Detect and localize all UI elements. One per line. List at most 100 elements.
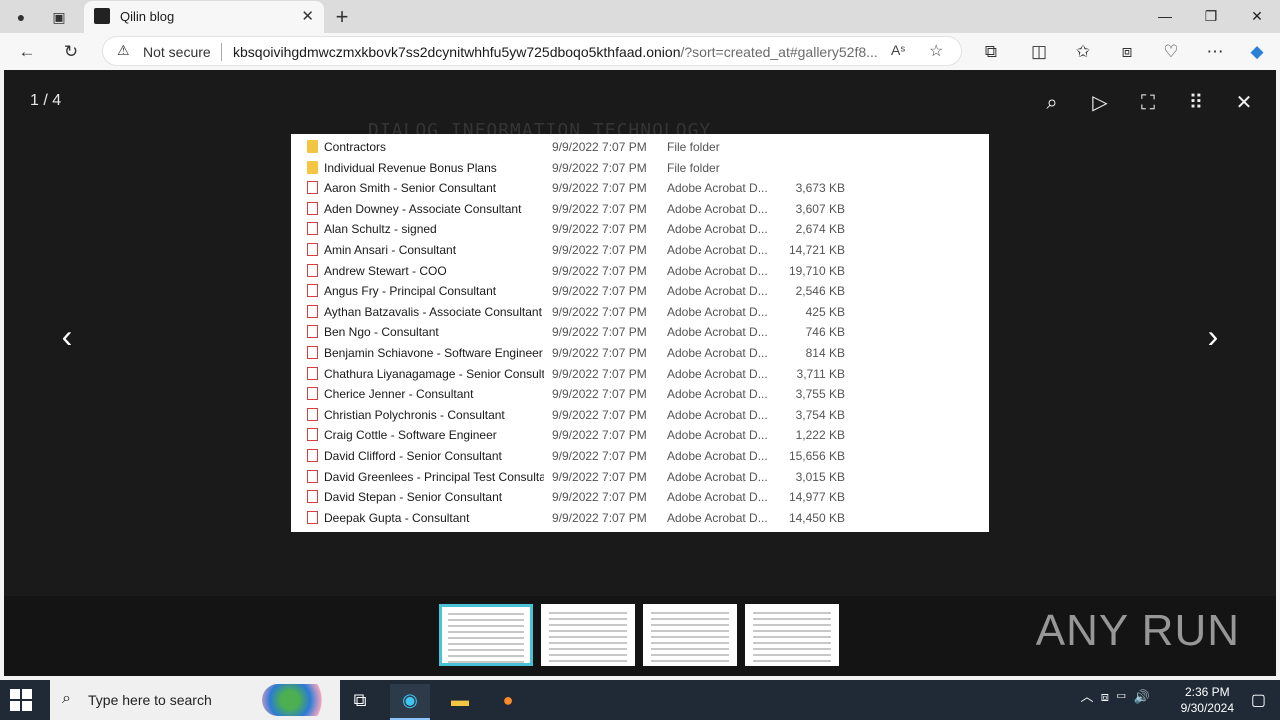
task-view-icon[interactable]: ⧉ bbox=[340, 684, 380, 720]
edge-icon[interactable]: ◉ bbox=[390, 684, 430, 720]
windows-start-icon[interactable] bbox=[10, 689, 32, 711]
clock-date: 9/30/2024 bbox=[1180, 701, 1234, 715]
file-name: David Stepan - Senior Consultant bbox=[324, 490, 503, 505]
address-bar[interactable]: ⚠ Not secure kbsqoivihgdmwczmxkbovk7ss2d… bbox=[102, 36, 962, 66]
maximize-icon[interactable]: ❐ bbox=[1188, 4, 1234, 28]
image-viewer[interactable]: Contractors 9/9/2022 7:07 PM File folder In… bbox=[291, 134, 989, 532]
close-icon[interactable]: ✕ bbox=[1229, 88, 1259, 118]
fullscreen-icon[interactable]: ⛶ bbox=[1133, 88, 1163, 118]
url-host: kbsqoivihgdmwczmxkbovk7ss2dcynitwhhfu5yw… bbox=[233, 44, 681, 60]
refresh-icon[interactable]: ↻ bbox=[58, 39, 84, 65]
file-date: 9/9/2022 7:07 PM bbox=[552, 407, 647, 422]
file-date: 9/9/2022 7:07 PM bbox=[552, 469, 647, 484]
previous-arrow-icon[interactable]: ‹ bbox=[52, 316, 82, 356]
thumbnail-2[interactable] bbox=[541, 604, 635, 666]
thumbnail-line bbox=[753, 648, 831, 650]
image-counter: 1 / 4 bbox=[30, 92, 62, 109]
thumbnail-line bbox=[651, 642, 729, 644]
favorites-icon[interactable]: ✩ bbox=[1070, 39, 1096, 65]
file-size: 3,711 KB bbox=[796, 366, 845, 381]
minimize-icon[interactable]: — bbox=[1142, 4, 1188, 28]
file-date: 9/9/2022 7:07 PM bbox=[552, 510, 647, 525]
thumbnail-line bbox=[753, 660, 831, 662]
thumbnail-line bbox=[651, 624, 729, 626]
clock[interactable]: 2:36 PM 9/30/2024 bbox=[1181, 684, 1234, 716]
url-path: /?sort=created_at#gallery52f8... bbox=[680, 44, 878, 60]
notifications-icon[interactable]: ▢ bbox=[1251, 690, 1266, 710]
pdf-icon bbox=[307, 387, 318, 401]
folder-icon bbox=[307, 160, 318, 174]
thumbnail-line bbox=[549, 636, 627, 638]
pdf-icon bbox=[307, 469, 318, 483]
file-date: 9/9/2022 7:07 PM bbox=[552, 325, 647, 340]
url-text[interactable]: kbsqoivihgdmwczmxkbovk7ss2dcynitwhhfu5yw… bbox=[233, 44, 883, 60]
file-size: 746 KB bbox=[805, 325, 845, 340]
thumbnail-line bbox=[448, 619, 524, 621]
next-arrow-icon[interactable]: › bbox=[1198, 316, 1228, 356]
browser-window: ● ▣ Qilin blog ✕ + — ❐ ✕ ← ↻ ⚠ Not secur… bbox=[0, 0, 1280, 680]
taskbar-search[interactable]: ⌕ Type here to search bbox=[50, 680, 340, 720]
thumbnail-line bbox=[448, 631, 524, 633]
thumbnail-line bbox=[448, 661, 524, 663]
file-date: 9/9/2022 7:07 PM bbox=[552, 160, 647, 175]
file-name: Craig Cottle - Software Engineer bbox=[324, 428, 497, 443]
copilot-icon[interactable]: ◆ bbox=[1244, 39, 1270, 65]
system-tray[interactable]: ︿ ⧈ ▭ 🔊 bbox=[1080, 686, 1150, 705]
taskbar: ⌕ Type here to search ⧉ ◉ ▬ ● ︿ ⧈ ▭ 🔊 2:… bbox=[0, 680, 1280, 720]
file-row: Aythan Batzavalis - Associate Consultant… bbox=[291, 302, 989, 322]
tab-strip: ● ▣ Qilin blog ✕ + — ❐ ✕ bbox=[0, 0, 1280, 33]
file-explorer-icon[interactable]: ▬ bbox=[440, 684, 480, 720]
file-type: Adobe Acrobat D... bbox=[667, 407, 768, 422]
file-name: Christian Polychronis - Consultant bbox=[324, 407, 505, 422]
file-date: 9/9/2022 7:07 PM bbox=[552, 387, 647, 402]
file-name: Andrew Stewart - COO bbox=[324, 263, 447, 278]
thumbnail-line bbox=[753, 636, 831, 638]
file-name: Alan Schultz - signed bbox=[324, 222, 437, 237]
tab-title: Qilin blog bbox=[120, 9, 175, 24]
grid-icon[interactable]: ⠿ bbox=[1181, 88, 1211, 118]
pdf-icon bbox=[307, 510, 318, 524]
zoom-icon[interactable]: ⌕ bbox=[1037, 88, 1067, 118]
split-screen-icon[interactable]: ◫ bbox=[1026, 39, 1052, 65]
back-icon[interactable]: ← bbox=[14, 39, 40, 65]
tab-actions-icon[interactable]: ▣ bbox=[48, 6, 70, 28]
file-row: Aden Downey - Associate Consultant 9/9/20… bbox=[291, 199, 989, 219]
thumbnail-line bbox=[651, 654, 729, 656]
file-type: Adobe Acrobat D... bbox=[667, 263, 768, 278]
file-row: Christian Polychronis - Consultant 9/9/20… bbox=[291, 405, 989, 425]
security-label[interactable]: Not secure bbox=[143, 44, 211, 60]
file-type: Adobe Acrobat D... bbox=[667, 222, 768, 237]
file-size: 3,015 KB bbox=[795, 469, 845, 484]
thumbnail-4[interactable] bbox=[745, 604, 839, 666]
collections-icon[interactable]: ⧈ bbox=[1114, 39, 1140, 65]
thumbnail-line bbox=[448, 655, 524, 657]
play-icon[interactable]: ▷ bbox=[1085, 88, 1115, 118]
thumbnail-line bbox=[753, 624, 831, 626]
more-icon[interactable]: ⋯ bbox=[1202, 39, 1228, 65]
thumbnail-line bbox=[448, 625, 524, 627]
tab-qilin-blog[interactable]: Qilin blog ✕ bbox=[84, 1, 324, 33]
extensions-icon[interactable]: ⧉ bbox=[978, 39, 1004, 65]
file-name: Deepak Gupta - Consultant bbox=[324, 510, 470, 525]
thumbnail-1[interactable] bbox=[439, 604, 533, 666]
file-name: Benjamin Schiavone - Software Engineer bbox=[324, 346, 543, 360]
pdf-icon bbox=[307, 181, 318, 195]
thumbnail-line bbox=[753, 642, 831, 644]
pdf-icon bbox=[307, 284, 318, 298]
close-window-icon[interactable]: ✕ bbox=[1234, 4, 1280, 28]
firefox-icon[interactable]: ● bbox=[488, 684, 528, 720]
close-icon[interactable]: ✕ bbox=[301, 7, 314, 25]
search-icon: ⌕ bbox=[62, 690, 71, 707]
favorite-icon[interactable]: ☆ bbox=[929, 41, 943, 61]
new-tab-icon[interactable]: + bbox=[330, 4, 354, 30]
read-aloud-icon[interactable]: A͏ˢ bbox=[891, 42, 905, 58]
pdf-icon bbox=[307, 325, 318, 339]
warning-icon[interactable]: ⚠ bbox=[117, 42, 130, 59]
thumbnail-line bbox=[549, 630, 627, 632]
pdf-icon bbox=[307, 243, 318, 256]
profile-icon[interactable]: ● bbox=[10, 6, 32, 28]
browser-essentials-icon[interactable]: ♡ bbox=[1158, 39, 1184, 65]
file-name: David Clifford - Senior Consultant bbox=[324, 449, 502, 463]
thumbnail-3[interactable] bbox=[643, 604, 737, 666]
file-name: Cherice Jenner - Consultant bbox=[324, 387, 474, 402]
